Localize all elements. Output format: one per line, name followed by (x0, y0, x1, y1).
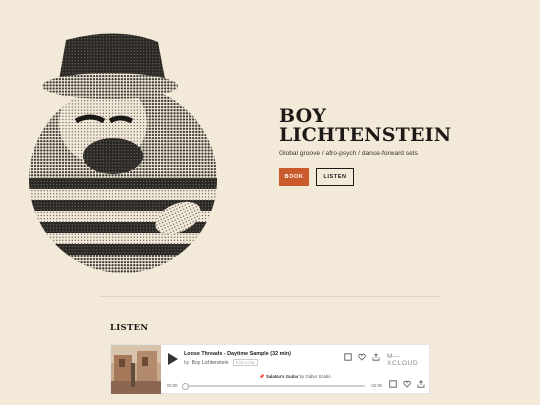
byline-prefix: by (184, 359, 190, 366)
book-button[interactable]: BOOK (279, 168, 309, 186)
artist-name: BOY LICHTENSTEIN (279, 107, 451, 145)
progress-scrubber[interactable] (182, 382, 365, 390)
section-divider (100, 296, 440, 297)
heart-icon[interactable] (358, 353, 366, 361)
share-small-icon[interactable] (417, 380, 425, 388)
artist-tagline: Global groove / afro-psych / dance-forwa… (279, 150, 418, 157)
scrubber-handle[interactable] (182, 382, 189, 390)
listen-button[interactable]: LISTEN (316, 168, 354, 186)
play-icon[interactable] (168, 353, 178, 365)
track-title[interactable]: Loose Threads - Daytime Sample (32 min) (184, 351, 291, 357)
share-icon[interactable] (372, 353, 380, 361)
repost-icon[interactable] (344, 353, 352, 361)
listen-section-title: LISTEN (110, 323, 149, 333)
pin-icon: 📌 (259, 374, 265, 379)
artist-link[interactable]: Boy Lichtenstein (192, 360, 229, 366)
time-remaining: -32:36 (370, 382, 382, 388)
artist-name-line2: LICHTENSTEIN (279, 124, 452, 146)
now-playing-artist: by Gábor Szabó (299, 374, 331, 379)
page: BOY LICHTENSTEIN Global groove / afro-ps… (0, 0, 540, 405)
mixcloud-player: Loose Threads - Daytime Sample (32 min) … (110, 344, 430, 394)
mix-cover-art[interactable] (111, 345, 161, 394)
artist-portrait (29, 33, 217, 273)
now-playing-track[interactable]: Salatsu's Guitar (266, 374, 299, 379)
time-elapsed: 00:00 (167, 382, 178, 388)
track-byline: by Boy Lichtenstein FOLLOW (184, 358, 259, 366)
mixcloud-logo[interactable]: M—XCLOUD (387, 353, 429, 367)
follow-button[interactable]: FOLLOW (232, 358, 259, 366)
heart-small-icon[interactable] (403, 380, 411, 388)
repost-small-icon[interactable] (389, 380, 397, 388)
